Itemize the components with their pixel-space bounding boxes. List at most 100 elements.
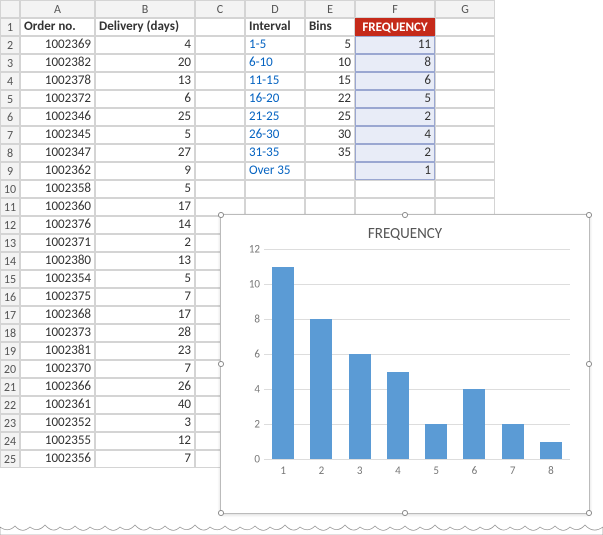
cell-A9[interactable]: 1002362 — [20, 162, 95, 180]
cell-C9[interactable] — [195, 162, 245, 180]
row-header-21[interactable]: 21 — [0, 378, 20, 396]
cell-C5[interactable] — [195, 90, 245, 108]
cell-C3[interactable] — [195, 54, 245, 72]
cell-B7[interactable]: 5 — [95, 126, 195, 144]
cell-E8[interactable]: 35 — [305, 144, 355, 162]
chart-bar-2[interactable] — [310, 319, 332, 459]
row-header-19[interactable]: 19 — [0, 342, 20, 360]
cell-D5[interactable]: 16-20 — [245, 90, 305, 108]
col-header-A[interactable]: A — [20, 0, 95, 18]
cell-D8[interactable]: 31-35 — [245, 144, 305, 162]
cell-B10[interactable]: 5 — [95, 180, 195, 198]
cell-A11[interactable]: 1002360 — [20, 198, 95, 216]
cell-F10[interactable] — [355, 180, 435, 198]
resize-handle[interactable] — [586, 212, 592, 218]
cell-A22[interactable]: 1002361 — [20, 396, 95, 414]
cell-B22[interactable]: 40 — [95, 396, 195, 414]
row-header-8[interactable]: 8 — [0, 144, 20, 162]
cell-D10[interactable] — [245, 180, 305, 198]
cell-E3[interactable]: 10 — [305, 54, 355, 72]
cell-G9[interactable] — [435, 162, 495, 180]
cell-C7[interactable] — [195, 126, 245, 144]
cell-A20[interactable]: 1002370 — [20, 360, 95, 378]
cell-G10[interactable] — [435, 180, 495, 198]
cell-B16[interactable]: 7 — [95, 288, 195, 306]
chart-frame[interactable]: FREQUENCY 02468101212345678 — [220, 214, 590, 514]
cell-B15[interactable]: 5 — [95, 270, 195, 288]
cell-E7[interactable]: 30 — [305, 126, 355, 144]
cell-B17[interactable]: 17 — [95, 306, 195, 324]
cell-G8[interactable] — [435, 144, 495, 162]
resize-handle[interactable] — [218, 510, 224, 516]
cell-D7[interactable]: 26-30 — [245, 126, 305, 144]
cell-C1[interactable] — [195, 18, 245, 36]
cell-A7[interactable]: 1002345 — [20, 126, 95, 144]
row-header-20[interactable]: 20 — [0, 360, 20, 378]
row-header-22[interactable]: 22 — [0, 396, 20, 414]
cell-A17[interactable]: 1002368 — [20, 306, 95, 324]
chart-title[interactable]: FREQUENCY — [221, 215, 589, 249]
row-header-6[interactable]: 6 — [0, 108, 20, 126]
cell-B21[interactable]: 26 — [95, 378, 195, 396]
cell-B11[interactable]: 17 — [95, 198, 195, 216]
cell-G1[interactable] — [435, 18, 495, 36]
cell-A25[interactable]: 1002356 — [20, 450, 95, 468]
row-header-11[interactable]: 11 — [0, 198, 20, 216]
row-header-2[interactable]: 2 — [0, 36, 20, 54]
row-header-10[interactable]: 10 — [0, 180, 20, 198]
cell-E5[interactable]: 22 — [305, 90, 355, 108]
cell-E1[interactable]: Bins — [305, 18, 355, 36]
cell-E6[interactable]: 25 — [305, 108, 355, 126]
col-header-G[interactable]: G — [435, 0, 495, 18]
cell-G5[interactable] — [435, 90, 495, 108]
cell-B3[interactable]: 20 — [95, 54, 195, 72]
cell-B2[interactable]: 4 — [95, 36, 195, 54]
cell-G7[interactable] — [435, 126, 495, 144]
cell-B5[interactable]: 6 — [95, 90, 195, 108]
cell-A18[interactable]: 1002373 — [20, 324, 95, 342]
cell-C2[interactable] — [195, 36, 245, 54]
cell-A19[interactable]: 1002381 — [20, 342, 95, 360]
cell-F1-selected-header[interactable]: FREQUENCY — [355, 18, 435, 36]
row-header-5[interactable]: 5 — [0, 90, 20, 108]
cell-G6[interactable] — [435, 108, 495, 126]
cell-B9[interactable]: 9 — [95, 162, 195, 180]
cell-A2[interactable]: 1002369 — [20, 36, 95, 54]
row-header-23[interactable]: 23 — [0, 414, 20, 432]
resize-handle[interactable] — [586, 361, 592, 367]
cell-F9-selected[interactable]: 1 — [355, 162, 435, 180]
cell-F5-selected[interactable]: 5 — [355, 90, 435, 108]
resize-handle[interactable] — [402, 510, 408, 516]
row-header-13[interactable]: 13 — [0, 234, 20, 252]
row-header-24[interactable]: 24 — [0, 432, 20, 450]
chart-bar-8[interactable] — [540, 442, 562, 460]
cell-C8[interactable] — [195, 144, 245, 162]
cell-E10[interactable] — [305, 180, 355, 198]
cell-A14[interactable]: 1002380 — [20, 252, 95, 270]
cell-A4[interactable]: 1002378 — [20, 72, 95, 90]
cell-E9[interactable] — [305, 162, 355, 180]
row-header-9[interactable]: 9 — [0, 162, 20, 180]
row-header-1[interactable]: 1 — [0, 18, 20, 36]
cell-F8-selected[interactable]: 2 — [355, 144, 435, 162]
cell-A5[interactable]: 1002372 — [20, 90, 95, 108]
cell-B24[interactable]: 12 — [95, 432, 195, 450]
chart-bar-4[interactable] — [387, 372, 409, 460]
cell-G4[interactable] — [435, 72, 495, 90]
cell-A24[interactable]: 1002355 — [20, 432, 95, 450]
row-header-3[interactable]: 3 — [0, 54, 20, 72]
chart-bar-7[interactable] — [502, 424, 524, 459]
cell-F7-selected[interactable]: 4 — [355, 126, 435, 144]
row-header-18[interactable]: 18 — [0, 324, 20, 342]
cell-B25[interactable]: 7 — [95, 450, 195, 468]
cell-A16[interactable]: 1002375 — [20, 288, 95, 306]
cell-C10[interactable] — [195, 180, 245, 198]
cell-D4[interactable]: 11-15 — [245, 72, 305, 90]
cell-B18[interactable]: 28 — [95, 324, 195, 342]
col-header-C[interactable]: C — [195, 0, 245, 18]
resize-handle[interactable] — [218, 361, 224, 367]
col-header-E[interactable]: E — [305, 0, 355, 18]
cell-A15[interactable]: 1002354 — [20, 270, 95, 288]
row-header-16[interactable]: 16 — [0, 288, 20, 306]
cell-B4[interactable]: 13 — [95, 72, 195, 90]
